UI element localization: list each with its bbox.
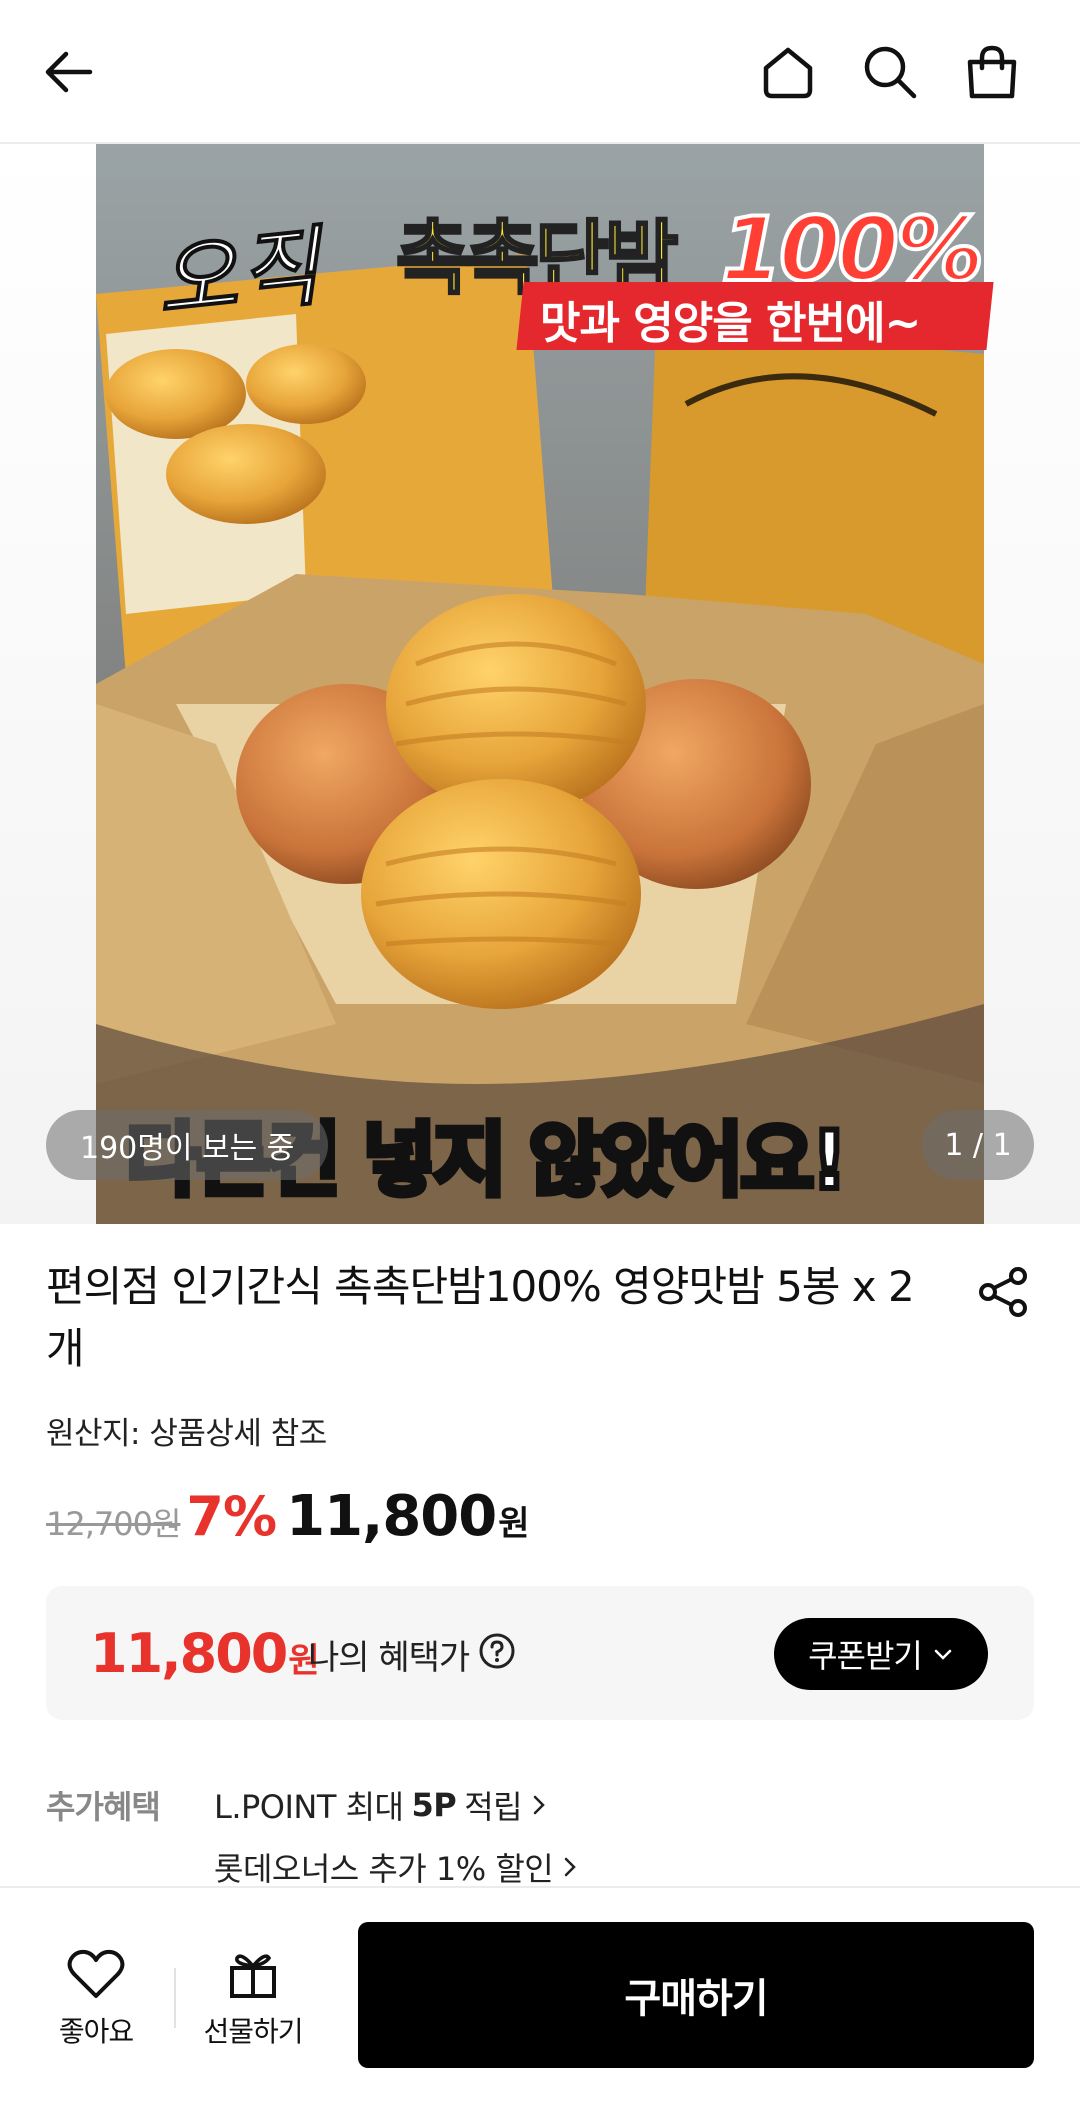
- divider: [174, 1968, 176, 2028]
- like-button[interactable]: 좋아요: [26, 1948, 166, 2068]
- discount-rate: 7%: [186, 1485, 277, 1548]
- image-counter: 1 / 1: [922, 1110, 1034, 1180]
- share-icon: [979, 1267, 1027, 1317]
- lpoint-suffix: 적립: [464, 1788, 523, 1826]
- search-icon: [864, 46, 917, 99]
- home-button[interactable]: [748, 32, 828, 112]
- chevron-right-icon: [533, 1795, 545, 1815]
- lpoint-prefix: L.POINT 최대: [214, 1788, 404, 1826]
- gift-label: 선물하기: [203, 2015, 303, 2048]
- share-button[interactable]: [974, 1262, 1034, 1322]
- search-button[interactable]: [850, 32, 930, 112]
- chevron-down-icon: [934, 1649, 952, 1660]
- lpoint-points: 5P: [411, 1786, 457, 1824]
- benefit-price: 11,800 원: [90, 1622, 320, 1685]
- gift-button[interactable]: 선물하기: [183, 1948, 323, 2068]
- back-button[interactable]: [28, 32, 108, 112]
- chevron-right-icon: [565, 1857, 577, 1877]
- buy-button[interactable]: 구매하기: [358, 1922, 1034, 2068]
- lotte-owners-benefit-link[interactable]: 롯데오너스 추가 1% 할인: [214, 1844, 577, 1890]
- viewer-count-badge: 190명이 보는 중: [46, 1110, 329, 1180]
- lotte-owners-text: 롯데오너스 추가 1% 할인: [214, 1850, 554, 1888]
- shopping-bag-icon: [967, 45, 1017, 99]
- product-image-gallery[interactable]: 오직 촉촉단밤 100% 맛과 영양을 한번에~ 다른건 넣지 않았어요! 19…: [0, 144, 1080, 1224]
- heart-icon: [67, 1949, 125, 1998]
- top-app-bar: [0, 0, 1080, 144]
- original-price: 12,700원: [46, 1505, 181, 1543]
- price-row: 12,700원 7% 11,800 원: [46, 1484, 530, 1554]
- benefit-price-value: 11,800: [90, 1622, 288, 1685]
- coupon-download-button[interactable]: 쿠폰받기: [774, 1618, 988, 1690]
- like-label: 좋아요: [58, 2015, 134, 2048]
- gift-icon: [230, 1954, 276, 1998]
- coupon-button-label: 쿠폰받기: [808, 1637, 923, 1675]
- home-icon: [763, 47, 813, 99]
- headline-prefix: 오직: [150, 215, 330, 336]
- benefit-price-box: 11,800 원 나의 혜택가 쿠폰받기: [46, 1586, 1034, 1720]
- sale-price-unit: 원: [498, 1504, 530, 1544]
- origin-text: 원산지: 상품상세 참조: [46, 1416, 327, 1452]
- sale-price: 11,800: [286, 1484, 497, 1549]
- cart-button[interactable]: [952, 32, 1032, 112]
- arrow-left-icon: [45, 51, 93, 93]
- ribbon-text: 맛과 영양을 한번에~: [540, 298, 921, 349]
- lpoint-benefit-link[interactable]: L.POINT 최대 5P 적립: [214, 1782, 546, 1828]
- bottom-action-bar: 좋아요 선물하기 구매하기: [0, 1886, 1080, 2102]
- product-title: 편의점 인기간식 촉촉단밤100% 영양맛밤 5봉 x 2개: [46, 1262, 915, 1373]
- extra-benefit-label: 추가혜택: [46, 1788, 161, 1826]
- benefit-label: 나의 혜택가: [308, 1638, 470, 1678]
- question-circle-icon[interactable]: [478, 1632, 516, 1670]
